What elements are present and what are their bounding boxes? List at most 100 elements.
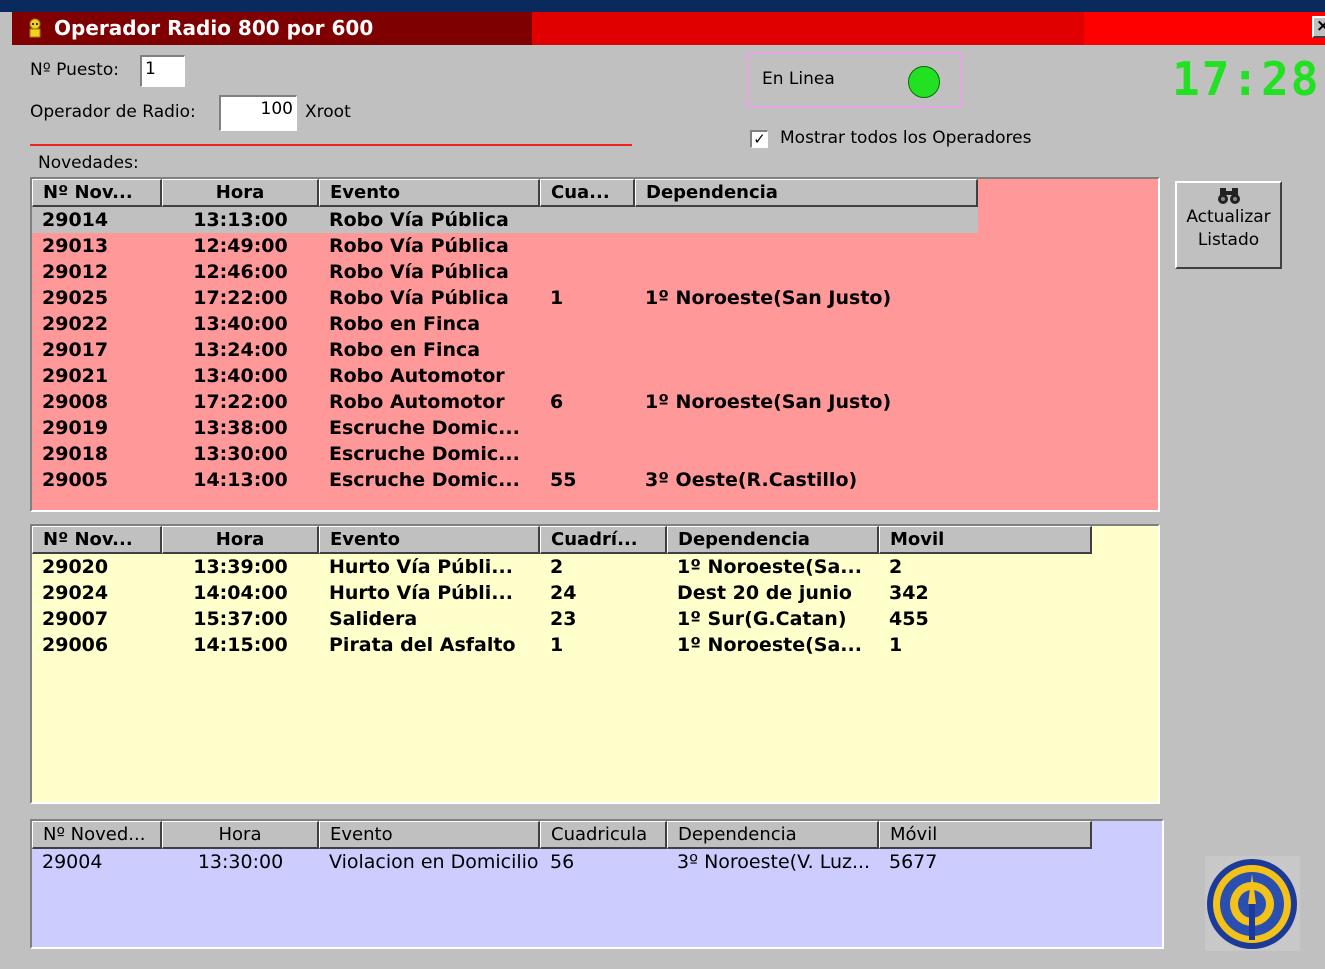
column-header[interactable]: Dependencia — [635, 179, 978, 207]
table-row[interactable]: 29005 14:13:00 Escruche Domic... 55 3º Oeste… — [32, 467, 978, 493]
table-cell — [540, 415, 635, 441]
operador-input[interactable]: 100 — [219, 95, 297, 131]
binoculars-icon — [1217, 188, 1240, 204]
grid-header: Nº Nov... Hora Evento Cua... Dependencia — [32, 179, 978, 207]
column-header[interactable]: Cuadrí... — [540, 526, 667, 554]
novedades-grid-closed[interactable]: Nº Noved... Hora Evento Cuadricula Dependenc… — [30, 819, 1164, 949]
refresh-list-button[interactable]: Actualizar Listado — [1175, 181, 1282, 269]
table-cell: 29025 — [42, 287, 109, 309]
table-cell: 14:13:00 — [193, 469, 288, 491]
table-row[interactable]: 29013 12:49:00 Robo Vía Pública — [32, 233, 978, 259]
table-row[interactable]: 29019 13:38:00 Escruche Domic... — [32, 415, 978, 441]
table-cell: 17:22:00 — [193, 391, 288, 413]
show-all-label[interactable]: Mostrar todos los Operadores — [780, 128, 1031, 148]
table-cell: 17:22:00 — [193, 287, 288, 309]
table-cell: 13:13:00 — [193, 209, 288, 231]
column-header[interactable]: Hora — [162, 179, 319, 207]
column-header[interactable]: Evento — [319, 526, 540, 554]
table-cell — [540, 207, 635, 233]
table-cell: 29004 — [42, 851, 103, 873]
table-cell: 29012 — [42, 261, 109, 283]
table-cell: 1 — [550, 634, 564, 656]
table-cell: Robo Vía Pública — [329, 209, 509, 231]
close-button[interactable]: × — [1312, 16, 1325, 38]
table-cell: 29024 — [42, 582, 109, 604]
table-cell: 13:30:00 — [197, 851, 284, 873]
table-row[interactable]: 29018 13:30:00 Escruche Domic... — [32, 441, 978, 467]
table-row[interactable]: 29004 13:30:00 Violacion en Domicilio 56 3º … — [32, 849, 1092, 875]
column-header[interactable]: Hora — [162, 821, 319, 849]
column-header[interactable]: Nº Noved... — [32, 821, 162, 849]
column-header[interactable]: Dependencia — [667, 821, 879, 849]
column-header[interactable]: Móvil — [879, 821, 1092, 849]
table-cell: 55 — [550, 469, 577, 491]
table-row[interactable]: 29020 13:39:00 Hurto Vía Públi... 2 1º Noroe… — [32, 554, 1092, 580]
table-row[interactable]: 29022 13:40:00 Robo en Finca — [32, 311, 978, 337]
table-cell: 14:04:00 — [193, 582, 288, 604]
app-icon — [29, 18, 41, 38]
table-cell: 29021 — [42, 365, 109, 387]
table-cell: Escruche Domic... — [329, 469, 520, 491]
table-cell: 13:30:00 — [193, 443, 288, 465]
table-cell: 29013 — [42, 235, 109, 257]
table-cell: 24 — [550, 582, 577, 604]
table-cell: 29018 — [42, 443, 109, 465]
table-cell: 455 — [889, 608, 929, 630]
table-cell: 13:24:00 — [193, 339, 288, 361]
table-cell: 1 — [889, 634, 903, 656]
column-header[interactable]: Cuadricula — [540, 821, 667, 849]
emblem-logo — [1205, 856, 1300, 951]
grid-header: Nº Noved... Hora Evento Cuadricula Dependenc… — [32, 821, 1092, 849]
column-header[interactable]: Cua... — [540, 179, 635, 207]
table-cell: 29020 — [42, 556, 109, 578]
table-cell: Robo Vía Pública — [329, 261, 509, 283]
table-cell — [540, 233, 635, 259]
table-cell — [540, 441, 635, 467]
table-cell: 1 — [550, 287, 564, 309]
table-cell: 3º Oeste(R.Castillo) — [645, 469, 858, 491]
table-cell: Robo Automotor — [329, 391, 505, 413]
table-cell: 342 — [889, 582, 929, 604]
table-cell: Robo en Finca — [329, 313, 481, 335]
table-cell: 29022 — [42, 313, 109, 335]
column-header[interactable]: Nº Nov... — [32, 526, 162, 554]
novedades-grid-assigned[interactable]: Nº Nov... Hora Evento Cuadrí... Dependencia M… — [30, 524, 1160, 804]
table-row[interactable]: 29017 13:24:00 Robo en Finca — [32, 337, 978, 363]
column-header[interactable]: Movil — [879, 526, 1092, 554]
column-header[interactable]: Hora — [162, 526, 319, 554]
novedades-grid-pending[interactable]: Nº Nov... Hora Evento Cua... Dependencia 290… — [30, 177, 1160, 512]
table-row[interactable]: 29012 12:46:00 Robo Vía Pública — [32, 259, 978, 285]
table-row[interactable]: 29014 13:13:00 Robo Vía Pública — [32, 207, 978, 233]
table-cell: 1º Noroeste(San Justo) — [645, 287, 892, 309]
table-row[interactable]: 29025 17:22:00 Robo Vía Pública 1 1º Noroest… — [32, 285, 978, 311]
table-cell: 56 — [550, 851, 575, 873]
table-row[interactable]: 29024 14:04:00 Hurto Vía Públi... 24 Dest 20… — [32, 580, 1092, 606]
table-cell: 6 — [550, 391, 564, 413]
table-cell: Robo Vía Pública — [329, 287, 509, 309]
column-header[interactable]: Nº Nov... — [32, 179, 162, 207]
table-row[interactable]: 29007 15:37:00 Salidera 23 1º Sur(G.Catan) 45… — [32, 606, 1092, 632]
column-header[interactable]: Evento — [319, 821, 540, 849]
show-all-checkbox[interactable]: ✓ — [750, 130, 768, 148]
table-cell: 29014 — [42, 209, 109, 231]
table-row[interactable]: 29008 17:22:00 Robo Automotor 6 1º Noroeste(… — [32, 389, 978, 415]
table-cell: Robo Vía Pública — [329, 235, 509, 257]
table-cell — [635, 415, 978, 441]
table-cell: Hurto Vía Públi... — [329, 582, 513, 604]
table-cell: 29006 — [42, 634, 109, 656]
grid-body: 29020 13:39:00 Hurto Vía Públi... 2 1º Noroe… — [32, 554, 1158, 802]
table-cell — [635, 311, 978, 337]
grid-body: 29004 13:30:00 Violacion en Domicilio 56 3º … — [32, 849, 1162, 947]
table-cell — [635, 363, 978, 389]
column-header[interactable]: Dependencia — [667, 526, 879, 554]
table-row[interactable]: 29021 13:40:00 Robo Automotor — [32, 363, 978, 389]
puesto-input[interactable]: 1 — [140, 55, 185, 87]
table-cell: 3º Noroeste(V. Luz... — [677, 851, 871, 873]
column-header[interactable]: Evento — [319, 179, 540, 207]
table-cell — [635, 259, 978, 285]
grid-body: 29014 13:13:00 Robo Vía Pública 29013 12:49:… — [32, 207, 1158, 510]
table-cell — [635, 207, 978, 233]
table-cell: 29019 — [42, 417, 109, 439]
title-bar[interactable]: Operador Radio 800 por 600 × — [12, 12, 1325, 45]
table-row[interactable]: 29006 14:15:00 Pirata del Asfalto 1 1º Noroe… — [32, 632, 1092, 658]
